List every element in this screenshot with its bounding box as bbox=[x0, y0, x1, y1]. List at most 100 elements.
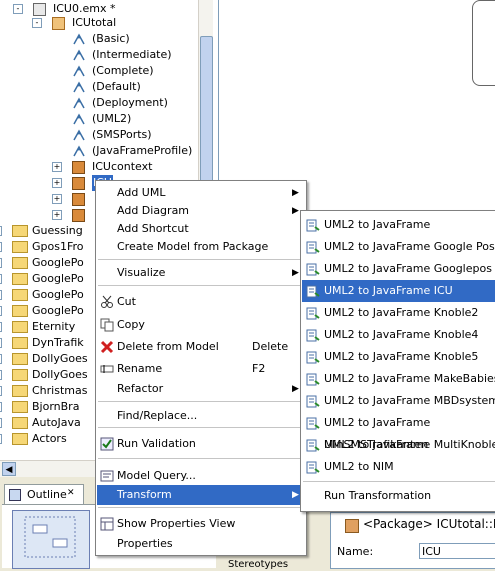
menu-item-refactor[interactable]: Refactor ▶ bbox=[97, 379, 305, 399]
menu-item-visualize[interactable]: Visualize ▶ bbox=[97, 263, 305, 283]
submenu-item-uml2-to-javaframe[interactable]: UML2 to JavaFrame bbox=[302, 214, 495, 236]
expand-icon[interactable]: + bbox=[0, 274, 2, 284]
transformation-icon bbox=[306, 350, 320, 364]
submenu-item-uml2-to-javaframe-googlepos-oracle[interactable]: UML2 to JavaFrame Googlepos Oracle bbox=[302, 258, 495, 297]
submenu-item-run-transformation[interactable]: Run Transformation bbox=[302, 485, 495, 507]
menu-item-properties[interactable]: Properties bbox=[97, 534, 305, 554]
tab-outline[interactable]: Outline ✕ bbox=[4, 484, 84, 505]
properties-view: <Package> ICUtotal::ICU Name: bbox=[330, 512, 495, 569]
submenu-arrow-icon: ▶ bbox=[292, 206, 299, 216]
tree-item[interactable]: (Basic) bbox=[0, 31, 198, 47]
tree-item[interactable]: (Complete) bbox=[0, 63, 198, 79]
menu-item-rename[interactable]: Rename F2 bbox=[97, 359, 305, 379]
submenu-item-uml2-to-javaframe-knoble5[interactable]: UML2 to JavaFrame Knoble5 bbox=[302, 346, 495, 368]
menu-item-show-properties-view[interactable]: Show Properties View bbox=[97, 514, 305, 534]
tree-item[interactable]: - ICUtotal bbox=[0, 15, 198, 31]
expand-icon[interactable]: + bbox=[0, 354, 2, 364]
folder-icon bbox=[12, 289, 28, 301]
tree-item[interactable]: (JavaFrameProfile) bbox=[0, 143, 198, 159]
menu-item-label: Cut bbox=[117, 295, 136, 308]
expand-icon[interactable]: + bbox=[52, 194, 62, 204]
submenu-item-uml2-to-javaframe-knoble4[interactable]: UML2 to JavaFrame Knoble4 bbox=[302, 324, 495, 346]
tree-item-label: (Complete) bbox=[92, 64, 154, 77]
menu-item-transform[interactable]: Transform ▶ bbox=[97, 485, 305, 505]
menu-item-add-uml[interactable]: Add UML ▶ bbox=[97, 183, 305, 203]
expand-icon[interactable]: + bbox=[0, 338, 2, 348]
menu-item-copy[interactable]: Copy bbox=[97, 315, 305, 335]
tree-item-label: Eternity bbox=[32, 320, 76, 333]
menu-item-shortcut: Delete bbox=[252, 340, 289, 353]
submenu-item-uml2-to-javaframe-google-pos[interactable]: UML2 to JavaFrame Google Pos bbox=[302, 236, 495, 258]
expand-icon[interactable]: + bbox=[0, 242, 2, 252]
collapse-icon[interactable]: - bbox=[32, 18, 42, 28]
folder-icon bbox=[12, 369, 28, 381]
tree-item[interactable]: (Deployment) bbox=[0, 95, 198, 111]
tree-item[interactable]: (Default) bbox=[0, 79, 198, 95]
collapse-icon[interactable]: - bbox=[13, 4, 23, 14]
context-menu: Add UML ▶ Add Diagram ▶ Add Shortcut Create M… bbox=[95, 180, 307, 556]
submenu-item-uml2-to-javaframe-mbdsystem[interactable]: UML2 to JavaFrame MBDsystem bbox=[302, 390, 495, 412]
expand-icon[interactable]: + bbox=[0, 226, 2, 236]
expand-icon[interactable]: + bbox=[0, 402, 2, 412]
expand-icon[interactable]: + bbox=[52, 162, 62, 172]
menu-separator bbox=[98, 427, 304, 428]
menu-item-create-model-from-package[interactable]: Create Model from Package bbox=[97, 237, 305, 257]
menu-item-delete-from-model[interactable]: Delete from Model Delete bbox=[97, 337, 305, 357]
menu-item-run-validation[interactable]: Run Validation bbox=[97, 434, 305, 454]
tree-item-label: (UML2) bbox=[92, 112, 132, 125]
name-field[interactable] bbox=[419, 543, 495, 559]
expand-icon[interactable]: + bbox=[0, 386, 2, 396]
menu-item-add-shortcut[interactable]: Add Shortcut bbox=[97, 219, 305, 239]
tree-item[interactable]: (Intermediate) bbox=[0, 47, 198, 63]
submenu-item-label: UML2 to JavaFrame Knoble2 bbox=[324, 306, 479, 319]
menu-item-add-diagram[interactable]: Add Diagram ▶ bbox=[97, 201, 305, 221]
transformation-icon bbox=[306, 394, 320, 408]
submenu-item-label: UML2 to JavaFrame Knoble4 bbox=[324, 328, 479, 341]
component-icon bbox=[72, 193, 85, 206]
expand-icon[interactable]: + bbox=[52, 178, 62, 188]
submenu-item-uml2-to-javaframe-icu[interactable]: UML2 to JavaFrame ICU bbox=[302, 280, 495, 302]
menu-item-label: Visualize bbox=[117, 266, 166, 279]
menu-item-cut[interactable]: Cut bbox=[97, 292, 305, 312]
expand-icon[interactable]: + bbox=[0, 322, 2, 332]
scroll-left-icon[interactable]: ◀ bbox=[2, 462, 16, 476]
expand-icon[interactable]: + bbox=[0, 418, 2, 428]
close-icon[interactable]: ✕ bbox=[67, 488, 75, 498]
tree-item[interactable]: (UML2) bbox=[0, 111, 198, 127]
validation-icon bbox=[100, 437, 114, 451]
tree-item-label: GooglePo bbox=[32, 288, 84, 301]
expand-icon[interactable]: + bbox=[0, 258, 2, 268]
menu-item-label: Transform bbox=[117, 488, 172, 501]
expand-icon[interactable]: + bbox=[0, 306, 2, 316]
package-icon bbox=[52, 17, 65, 30]
tree-item-label: DynTrafik bbox=[32, 336, 84, 349]
tree-item[interactable]: + ICUcontext bbox=[0, 159, 198, 175]
menu-item-shortcut: F2 bbox=[252, 362, 266, 375]
submenu-item-uml2-to-nim[interactable]: UML2 to NIM bbox=[302, 456, 495, 478]
menu-item-label: Properties bbox=[117, 537, 173, 550]
folder-icon bbox=[12, 321, 28, 333]
submenu-item-uml2-to-javaframe-multiknoble[interactable]: UML2 to JavaFrame MultiKnoble bbox=[302, 434, 495, 456]
tree-item[interactable]: (SMSPorts) bbox=[0, 127, 198, 143]
submenu-item-uml2-to-javaframe-makebabies[interactable]: UML2 to JavaFrame MakeBabies bbox=[302, 368, 495, 390]
tree-scrollbar-thumb[interactable] bbox=[200, 36, 213, 198]
expand-icon[interactable]: + bbox=[52, 210, 62, 220]
profile-icon bbox=[72, 113, 86, 125]
diagram-editor[interactable] bbox=[218, 0, 495, 210]
profile-icon bbox=[72, 33, 86, 45]
menu-item-model-query[interactable]: Model Query... bbox=[97, 466, 305, 486]
expand-icon[interactable]: + bbox=[0, 370, 2, 380]
submenu-item-uml2-to-javaframe-minsmstrafikanten[interactable]: UML2 to JavaFrame MinSMSTrafikanten bbox=[302, 412, 495, 451]
diagram-shape[interactable] bbox=[472, 0, 495, 86]
folder-icon bbox=[12, 305, 28, 317]
menu-separator bbox=[98, 458, 304, 459]
expand-icon[interactable]: + bbox=[0, 290, 2, 300]
submenu-item-uml2-to-javaframe-knoble2[interactable]: UML2 to JavaFrame Knoble2 bbox=[302, 302, 495, 324]
submenu-item-label: UML2 to JavaFrame bbox=[324, 218, 431, 231]
profile-icon bbox=[72, 81, 86, 93]
submenu-item-label: UML2 to JavaFrame MultiKnoble bbox=[324, 438, 495, 451]
outline-diagram-preview[interactable] bbox=[12, 510, 90, 569]
expand-icon[interactable]: + bbox=[0, 434, 2, 444]
transformation-icon bbox=[306, 284, 320, 298]
menu-item-find-replace[interactable]: Find/Replace... bbox=[97, 406, 305, 426]
